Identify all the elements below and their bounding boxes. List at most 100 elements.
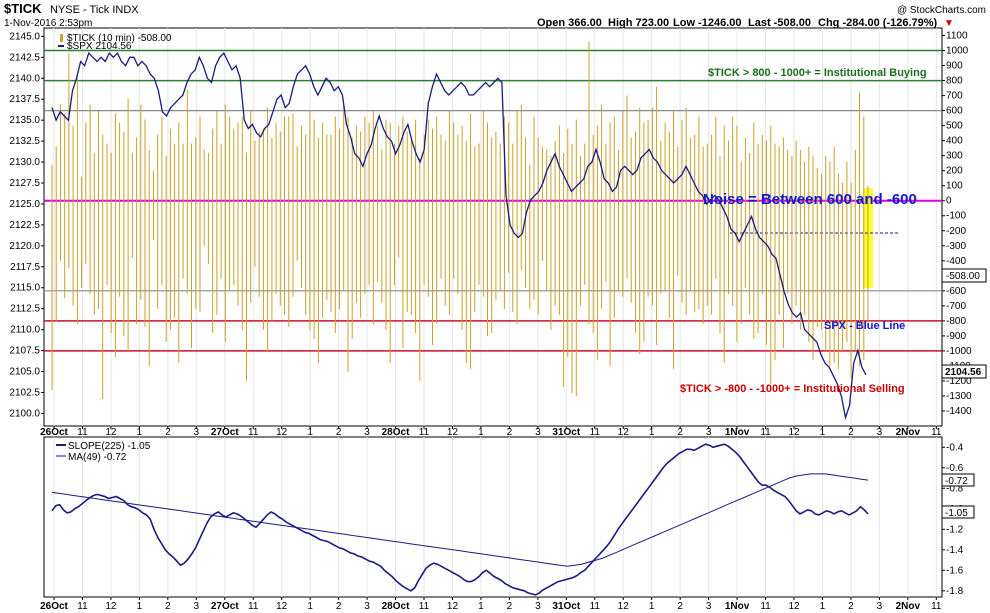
left-axis-tick-label: 2115.0: [10, 283, 40, 294]
lower-axis-tick-label: -1.6: [946, 565, 964, 576]
x-axis-tick-label: 12: [618, 601, 630, 612]
lower-panel: -0.4-0.6-0.8-1.0-1.2-1.4-1.6-1.8 26Oct11…: [40, 436, 975, 612]
x-axis-tick-label: 12: [447, 427, 459, 438]
x-axis-tick-label: 28Oct: [382, 601, 410, 612]
x-axis-tick-label: 11: [77, 601, 88, 612]
right-axis-tick-label: 900: [946, 61, 963, 72]
exchange-label: NYSE - Tick INDX: [50, 4, 139, 16]
last-ma-tag: -0.72: [941, 473, 975, 487]
stock-chart: $TICK NYSE - Tick INDX 1-Nov-2016 2:53pm…: [4, 1, 987, 612]
right-axis: 110010009008007006005004003002001000-100…: [942, 31, 972, 417]
last-value: Last -508.00: [748, 17, 811, 29]
x-axis-tick-label: 1Nov: [725, 427, 750, 438]
left-axis-tick-label: 2112.5: [10, 304, 40, 315]
left-axis-tick-label: 2130.0: [9, 157, 40, 168]
left-axis-tick-label: 2120.0: [9, 241, 40, 252]
right-axis-tick-label: 700: [946, 91, 963, 102]
x-axis-tick-label: 2: [848, 427, 854, 438]
last-tick-tag: -508.00: [941, 268, 987, 283]
main-panel: 2145.02142.52140.02137.52135.02132.52130…: [9, 27, 987, 438]
x-axis-tick-label: 3: [364, 427, 370, 438]
change-value: Chg -284.00 (-126.79%): [818, 17, 938, 29]
open-value: Open 366.00: [537, 17, 602, 29]
right-axis-tick-label: 300: [946, 151, 963, 162]
last-spx-tag: 2104.56: [941, 364, 987, 379]
left-axis-tick-label: 2132.5: [9, 136, 40, 147]
slope-legend-label: SLOPE(225) -1.05: [68, 441, 151, 452]
x-axis-tick-label: 2Nov: [896, 601, 921, 612]
x-axis-tick-label: 1: [649, 427, 655, 438]
left-axis-tick-label: 2137.5: [9, 94, 40, 105]
right-axis-tick-label: -800: [946, 316, 966, 327]
lower-axis-tick-label: -0.4: [946, 442, 964, 453]
ma-legend-label: MA(49) -0.72: [68, 452, 127, 463]
right-axis-tick-label: -600: [946, 286, 966, 297]
x-axis-tick-label: 26Oct: [40, 427, 68, 438]
left-axis-tick-label: 2105.0: [9, 367, 40, 378]
x-axis-tick-label: 2: [336, 427, 342, 438]
x-axis-tick-label: 27Oct: [211, 427, 239, 438]
x-axis-tick-label: 1: [478, 427, 484, 438]
x-axis-tick-label: 12: [618, 427, 630, 438]
institutional-selling-annotation: $TICK > -800 - -1000+ = Institutional Se…: [680, 383, 905, 395]
x-axis-tick-label: 3: [535, 601, 541, 612]
lower-axis-tick-label: -1.8: [946, 586, 964, 597]
main-x-axis: 26Oct 11 12 1 2 3 27Oct 11 12 1 2 3 28Oct 11 12 1 2 3 31Oc…: [40, 426, 942, 438]
noise-annotation: Noise = Between 600 and -600: [703, 191, 917, 208]
left-axis-tick-label: 2117.5: [10, 262, 40, 273]
x-axis-tick-label: 3: [535, 427, 541, 438]
x-axis-tick-label: 2: [507, 427, 513, 438]
x-axis-tick-label: 2: [677, 427, 683, 438]
x-axis-tick-label: 28Oct: [382, 427, 410, 438]
high-value: High 723.00: [608, 17, 669, 29]
copyright-label: @ StockCharts.com: [897, 5, 986, 16]
x-axis-tick-label: 11: [931, 601, 942, 612]
x-axis-tick-label: 11: [760, 601, 771, 612]
right-axis-tick-label: -400: [946, 256, 966, 267]
x-axis-tick-label: 2: [677, 601, 683, 612]
right-axis-tick-label: -700: [946, 301, 966, 312]
right-axis-tick-label: -200: [946, 226, 966, 237]
lower-axis-tick-label: -1.2: [946, 524, 964, 535]
x-axis-tick-label: 12: [788, 427, 800, 438]
right-axis-tick-label: 0: [946, 196, 952, 207]
left-axis-tick-label: 2102.5: [9, 388, 40, 399]
last-slope-tag-label: -1.05: [945, 508, 968, 519]
x-axis-tick-label: 31Oct: [552, 427, 580, 438]
lower-axis-tick-label: -1.4: [946, 545, 964, 556]
left-axis-tick-label: 2122.5: [9, 220, 40, 231]
left-axis-tick-label: 2142.5: [9, 52, 40, 63]
right-axis-tick-label: -1400: [946, 406, 972, 417]
x-axis-tick-label: 31Oct: [552, 601, 580, 612]
right-axis-tick-label: 1000: [946, 46, 969, 57]
left-axis-tick-label: 2127.5: [9, 178, 40, 189]
x-axis-tick-label: 2: [165, 427, 171, 438]
x-axis-tick-label: 1: [820, 427, 826, 438]
x-axis-tick-label: 1: [137, 601, 143, 612]
right-axis-tick-label: 800: [946, 76, 963, 87]
low-value: Low -1246.00: [673, 17, 741, 29]
x-axis-tick-label: 11: [590, 427, 601, 438]
x-axis-tick-label: 12: [276, 427, 288, 438]
x-axis-tick-label: 3: [706, 427, 712, 438]
x-axis-tick-label: 1: [478, 601, 484, 612]
right-axis-tick-label: 500: [946, 121, 963, 132]
x-axis-tick-label: 11: [931, 427, 942, 438]
x-axis-tick-label: 12: [447, 601, 459, 612]
x-axis-tick-label: 11: [419, 601, 430, 612]
symbol-title: $TICK: [4, 1, 42, 16]
x-axis-tick-label: 12: [105, 601, 117, 612]
x-axis-tick-label: 12: [105, 427, 117, 438]
x-axis-tick-label: 11: [248, 601, 259, 612]
right-axis-tick-label: 600: [946, 106, 963, 117]
right-axis-tick-label: 400: [946, 136, 963, 147]
right-axis-tick-label: 100: [946, 181, 963, 192]
x-axis-tick-label: 2: [507, 601, 513, 612]
right-axis-tick-label: -1000: [946, 346, 972, 357]
datetime-label: 1-Nov-2016 2:53pm: [4, 18, 92, 29]
last-slope-tag: -1.05: [941, 505, 975, 519]
x-axis-tick-label: 11: [419, 427, 430, 438]
lower-panel-frame: [43, 436, 943, 598]
x-axis-tick-label: 2: [336, 601, 342, 612]
x-axis-tick-label: 3: [364, 601, 370, 612]
